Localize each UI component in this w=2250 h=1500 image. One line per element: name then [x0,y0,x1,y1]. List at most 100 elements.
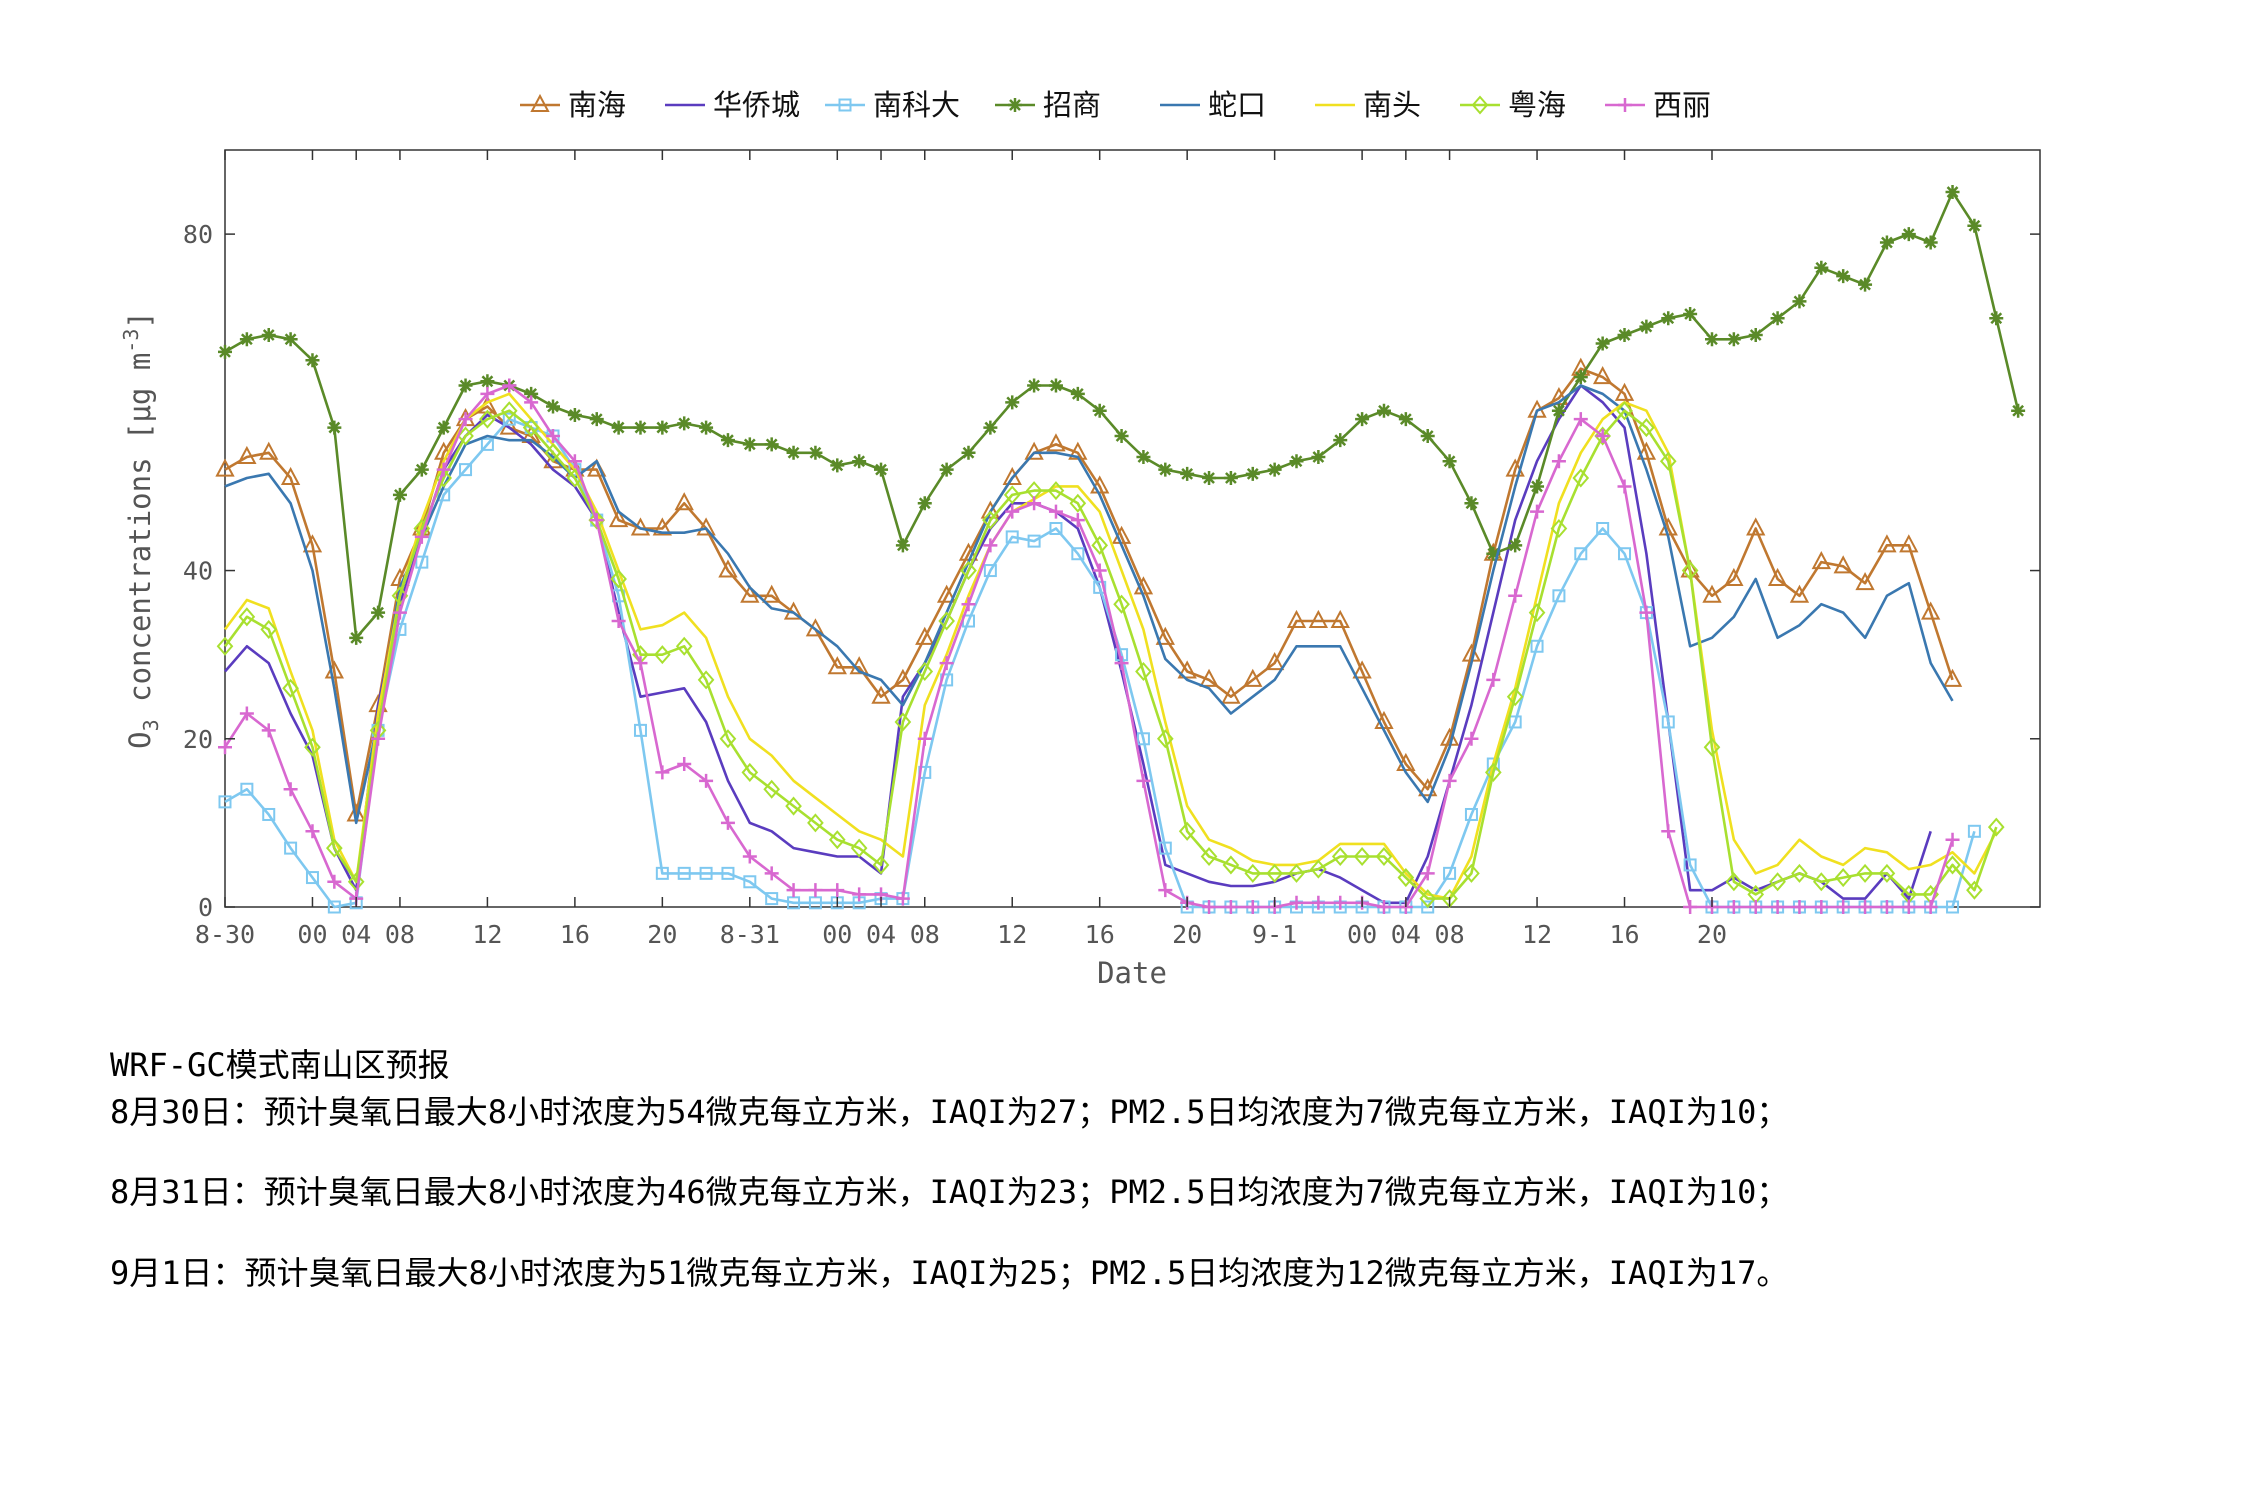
data-point [1989,311,2004,326]
data-point [480,374,495,389]
y-tick-label: 80 [183,220,213,249]
legend-item-7: 西丽 [1605,88,1711,122]
legend-label: 南头 [1363,88,1421,122]
data-point [742,437,757,452]
data-point [720,433,735,448]
legend-label: 西丽 [1653,88,1711,122]
data-point [1967,218,1982,233]
x-tick-label: 00 [297,920,327,949]
data-point [1245,466,1260,481]
data-point [677,416,692,431]
y-axis-label-rest: concentrations [μg m [123,353,157,720]
data-point [1573,370,1588,385]
y-axis-label-sup: -3 [119,329,143,353]
data-point [1551,403,1566,418]
x-tick-label: 04 [866,920,896,949]
data-point [436,420,451,435]
plot-area [224,149,2041,908]
data-point [1770,311,1785,326]
data-point [546,399,561,414]
data-point [1136,450,1151,465]
legend-marker-7 [1618,98,1632,112]
summary-title: WRF-GC模式南山区预报 [110,1046,450,1084]
x-tick-label: 08 [1435,920,1465,949]
data-point [611,420,626,435]
x-axis-label: Date [1097,956,1167,990]
x-tick-label: 8-31 [720,920,780,949]
data-point [327,420,342,435]
data-point [1639,319,1654,334]
legend-label: 粤海 [1508,88,1566,122]
data-point [2011,403,2026,418]
legend-label: 南科大 [873,88,960,122]
data-point [1464,496,1479,511]
data-point [764,437,779,452]
y-tick-label: 20 [183,725,213,754]
data-point [239,332,254,347]
data-point [852,454,867,469]
data-point [1595,336,1610,351]
data-point [917,496,932,511]
x-tick-label: 00 [822,920,852,949]
data-point [305,353,320,368]
legend-item-2: 南科大 [825,88,960,122]
data-point [1289,454,1304,469]
summary-line-sep1: 9月1日：预计臭氧日最大8小时浓度为51微克每立方米，IAQI为25；PM2.5… [110,1254,1789,1292]
data-point [655,420,670,435]
y-tick-label: 0 [198,893,213,922]
data-point [261,328,276,343]
y-axis-label-sub: 3 [139,719,163,731]
data-point [699,420,714,435]
data-point [1945,185,1960,200]
y-axis-label: O3 concentrations [μg m-3] [119,311,163,749]
legend-marker-0 [530,93,550,112]
data-point [458,378,473,393]
data-point [808,445,823,460]
data-point [1901,227,1916,242]
x-tick-label: 8-30 [195,920,255,949]
data-point [283,332,298,347]
data-point [1420,428,1435,443]
data-point [1048,378,1063,393]
data-point [895,538,910,553]
x-tick-label: 12 [997,920,1027,949]
data-point [349,630,364,645]
x-tick-label: 16 [1609,920,1639,949]
data-point [1005,395,1020,410]
data-point [1202,471,1217,486]
o3-forecast-chart: 南海 华侨城 南科大 招商 蛇口 南头 粤海 西丽 0 20 40 80 8-30 00 04 08 12 16… [119,88,2041,990]
data-point [218,344,232,359]
data-point [1355,412,1370,427]
data-point [939,462,954,477]
data-point [1814,260,1829,275]
data-point [1748,328,1763,343]
data-point [414,462,429,477]
data-point [1267,462,1282,477]
legend-item-0: 南海 [520,88,626,122]
legend-label: 华侨城 [713,88,800,122]
x-tick-label: 04 [1391,920,1421,949]
data-point [1661,311,1676,326]
data-point [1792,294,1807,309]
legend-label: 蛇口 [1208,88,1266,122]
data-point [1858,277,1873,292]
data-point [1530,479,1545,494]
legend-item-5: 南头 [1315,88,1421,122]
data-point [1704,332,1719,347]
x-tick-label: 9-1 [1252,920,1297,949]
legend-item-6: 粤海 [1460,88,1566,122]
legend-label: 南海 [568,88,626,122]
x-tick-label: 00 [1347,920,1377,949]
data-point [1508,538,1523,553]
x-tick-label: 04 [341,920,371,949]
data-point [1223,471,1238,486]
data-point [786,445,801,460]
chart-legend: 南海 华侨城 南科大 招商 蛇口 南头 粤海 西丽 [520,88,1711,122]
summary-line-aug30: 8月30日：预计臭氧日最大8小时浓度为54微克每立方米，IAQI为27；PM2.… [110,1093,1789,1131]
legend-item-4: 蛇口 [1160,88,1266,122]
y-axis-label-end: ] [123,311,157,328]
data-point [1092,403,1107,418]
data-point [589,412,604,427]
x-tick-label: 16 [1085,920,1115,949]
legend-item-1: 华侨城 [665,88,800,122]
